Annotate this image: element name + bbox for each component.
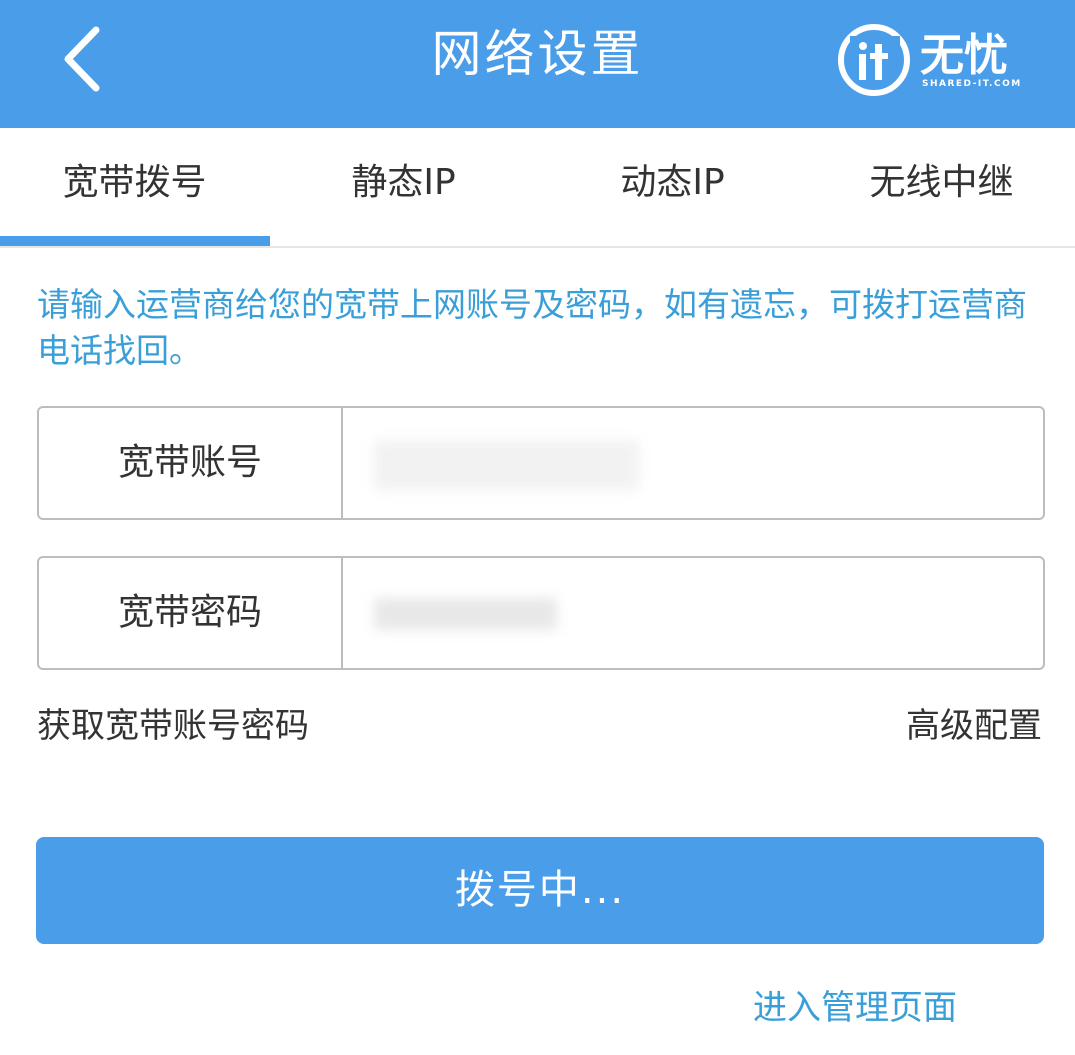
password-label: 宽带密码 [39, 558, 343, 668]
active-tab-indicator [0, 236, 270, 246]
get-account-link[interactable]: 获取宽带账号密码 [37, 700, 309, 752]
instruction-text: 请输入运营商给您的宽带上网账号及密码，如有遗忘，可拨打运营商电话找回。 [37, 285, 1027, 370]
admin-page-link[interactable]: 进入管理页面 [753, 982, 957, 1034]
logo-subtext: SHARED-IT.COM [922, 79, 1022, 89]
password-input[interactable] [374, 598, 557, 630]
advanced-config-link[interactable]: 高级配置 [906, 700, 1042, 752]
tab-static-ip[interactable]: 静态IP [269, 128, 538, 244]
logo-text: 无忧 [920, 30, 1008, 81]
tab-dynamic-ip[interactable]: 动态IP [538, 128, 807, 244]
tab-bar: 宽带拨号 静态IP 动态IP 无线中继 [0, 128, 1075, 248]
account-input[interactable] [374, 440, 639, 490]
password-field[interactable]: 宽带密码 [37, 556, 1045, 670]
tab-wireless-repeater[interactable]: 无线中继 [807, 128, 1075, 244]
tab-broadband-dial[interactable]: 宽带拨号 [0, 128, 269, 244]
account-label: 宽带账号 [39, 408, 343, 518]
app-header: 网络设置 无忧 SHARED-IT.COM [0, 0, 1075, 128]
account-field[interactable]: 宽带账号 [37, 406, 1045, 520]
dial-button[interactable]: 拨号中... [36, 837, 1044, 944]
